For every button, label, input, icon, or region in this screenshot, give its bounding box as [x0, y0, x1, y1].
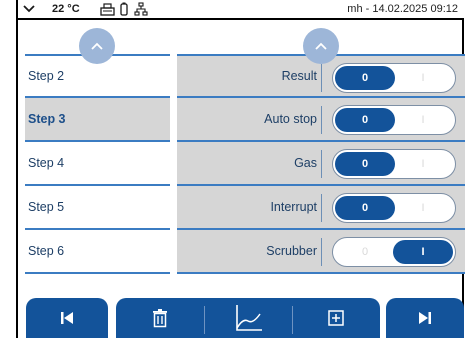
steps-list: Step 2 Step 3 Step 4 Step 5 Step 6 [25, 54, 170, 274]
step-label: Step 3 [28, 112, 66, 126]
steps-scroll-up-button[interactable] [79, 28, 115, 64]
printer-icon [100, 1, 115, 17]
param-row-auto-stop: Auto stop 0 I [177, 98, 465, 142]
trash-icon [153, 309, 167, 328]
skip-forward-icon [419, 312, 431, 324]
toggle-on-label: I [421, 158, 425, 170]
toggle-on-label: I [421, 114, 425, 126]
add-icon [328, 310, 344, 326]
chart-icon [236, 305, 262, 331]
temperature-readout: 22 °C [52, 3, 80, 15]
status-bar: 22 °C mh - 14.02.2025 09:12 [0, 0, 470, 18]
graph-button[interactable] [204, 298, 292, 338]
chevron-up-icon [91, 42, 103, 50]
toggle-off-label: 0 [361, 246, 369, 258]
param-row-scrubber: Scrubber 0 I [177, 230, 465, 274]
params-scroll-up-button[interactable] [303, 28, 339, 64]
param-label: Gas [294, 156, 317, 170]
battery-icon [120, 1, 128, 17]
param-label: Auto stop [264, 112, 317, 126]
step-label: Step 4 [28, 156, 65, 170]
param-divider [321, 64, 322, 92]
step-item[interactable]: Step 5 [25, 186, 170, 230]
bottom-toolbar [26, 298, 464, 338]
chevron-up-icon [315, 42, 327, 50]
status-bar-divider [16, 18, 464, 20]
toggle-on-label: I [421, 72, 425, 84]
action-button-group [116, 298, 380, 338]
step-item[interactable]: Step 4 [25, 142, 170, 186]
param-label: Result [281, 69, 317, 83]
param-divider [321, 238, 322, 266]
parameters-list: Result 0 I Auto stop 0 I Gas 0 I Interru… [177, 54, 465, 274]
delete-button[interactable] [116, 298, 204, 338]
first-step-button[interactable] [26, 298, 108, 338]
toggle-off-label: 0 [335, 152, 395, 176]
param-label: Interrupt [270, 200, 317, 214]
step-label: Step 5 [28, 200, 65, 214]
result-toggle[interactable]: 0 I [332, 63, 456, 93]
user-datetime: mh - 14.02.2025 09:12 [347, 3, 458, 15]
toggle-off-label: 0 [335, 66, 395, 90]
toggle-on-label: I [393, 240, 453, 264]
network-icon [134, 1, 148, 17]
interrupt-toggle[interactable]: 0 I [332, 193, 456, 223]
last-step-button[interactable] [386, 298, 464, 338]
chevron-down-icon[interactable] [22, 1, 36, 17]
param-label: Scrubber [266, 244, 317, 258]
step-label: Step 2 [28, 69, 65, 83]
toggle-off-label: 0 [335, 108, 395, 132]
toggle-off-label: 0 [335, 196, 395, 220]
gas-toggle[interactable]: 0 I [332, 149, 456, 179]
scrubber-toggle[interactable]: 0 I [332, 237, 456, 267]
param-divider [321, 194, 322, 222]
param-row-gas: Gas 0 I [177, 142, 465, 186]
param-row-interrupt: Interrupt 0 I [177, 186, 465, 230]
step-label: Step 6 [28, 244, 65, 258]
param-divider [321, 106, 322, 134]
toggle-on-label: I [421, 202, 425, 214]
auto-stop-toggle[interactable]: 0 I [332, 105, 456, 135]
frame-left-border [16, 0, 18, 338]
param-divider [321, 150, 322, 178]
step-item[interactable]: Step 6 [25, 230, 170, 274]
skip-back-icon [61, 312, 73, 324]
add-button[interactable] [292, 298, 380, 338]
step-item-selected[interactable]: Step 3 [25, 98, 170, 142]
